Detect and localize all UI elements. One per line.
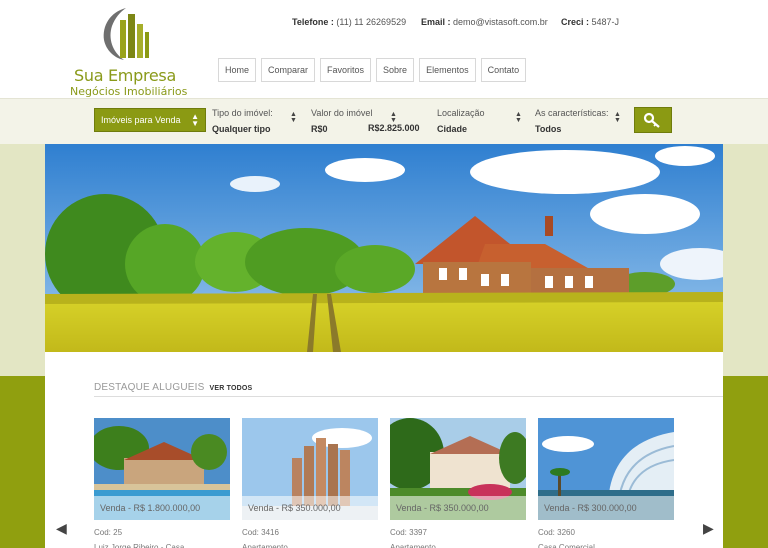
- features-value: Todos: [535, 124, 562, 134]
- email-label: Email :: [421, 17, 451, 27]
- property-type: Apartamento: [242, 543, 288, 548]
- property-type-label: Tipo do imóvel:: [212, 108, 273, 118]
- property-code: Cod: 3260: [538, 528, 575, 537]
- contact-creci: Creci : 5487-J: [561, 17, 619, 27]
- property-type: Luiz Jorge Ribeiro - Casa: [94, 543, 185, 548]
- hero-image: [45, 144, 723, 352]
- property-code: Cod: 3416: [242, 528, 279, 537]
- listing-type-value: Imóveis para Venda: [101, 115, 181, 125]
- property-type: Apartamento: [390, 543, 436, 548]
- property-code: Cod: 25: [94, 528, 123, 537]
- nav-elementos[interactable]: Elementos: [419, 58, 476, 82]
- property-price: Venda - R$ 350.000,00: [242, 496, 378, 520]
- property-image: Venda - R$ 1.800.000,00: [94, 418, 230, 520]
- location-select[interactable]: Localização Cidade: [437, 108, 485, 134]
- price-label: Valor do imóvel: [311, 108, 373, 118]
- updown-icon: ▲ ▼: [191, 112, 199, 128]
- brand-tagline: Negócios Imobiliários: [70, 85, 188, 98]
- price-min: R$0: [311, 124, 328, 134]
- logo[interactable]: Sua Empresa Negócios Imobiliários: [68, 6, 188, 98]
- creci-label: Creci :: [561, 17, 590, 27]
- main-nav: Home Comparar Favoritos Sobre Elementos …: [218, 58, 527, 82]
- see-all-link[interactable]: VER TODOS: [209, 385, 252, 392]
- property-card[interactable]: Venda - R$ 350.000,00 Cod: 3397 Apartame…: [390, 418, 526, 548]
- property-type-select[interactable]: Tipo do imóvel: Qualquer tipo: [212, 108, 273, 134]
- property-price: Venda - R$ 300.000,00: [538, 496, 674, 520]
- chevron-left-icon[interactable]: ◀: [56, 520, 67, 537]
- hero-banner: [45, 144, 723, 352]
- property-card[interactable]: Venda - R$ 300.000,00 Cod: 3260 Casa Com…: [538, 418, 674, 548]
- creci-value: 5487-J: [591, 17, 620, 27]
- price-max: R$2.825.000: [368, 123, 420, 133]
- price-range-select[interactable]: Valor do imóvel R$0: [311, 108, 372, 134]
- contact-phone: Telefone : (11) 11 26269529: [292, 17, 406, 27]
- property-code: Cod: 3397: [390, 528, 427, 537]
- property-type-value: Qualquer tipo: [212, 124, 271, 134]
- chevron-right-icon[interactable]: ▶: [703, 520, 714, 537]
- property-card[interactable]: Venda - R$ 1.800.000,00 Cod: 25 Luiz Jor…: [94, 418, 230, 548]
- property-type: Casa Comercial: [538, 543, 595, 548]
- location-value: Cidade: [437, 124, 468, 134]
- section-divider: [94, 396, 723, 397]
- updown-icon: ▲ ▼: [290, 111, 297, 124]
- property-card[interactable]: Venda - R$ 350.000,00 Cod: 3416 Apartame…: [242, 418, 378, 548]
- phone-label: Telefone :: [292, 17, 334, 27]
- phone-value: (11) 11 26269529: [336, 17, 407, 27]
- key-icon: [643, 112, 660, 128]
- listing-type-select[interactable]: Imóveis para Venda ▲ ▼: [94, 108, 206, 132]
- nav-sobre[interactable]: Sobre: [376, 58, 415, 82]
- section-title: DESTAQUE ALUGUEIS VER TODOS: [94, 382, 252, 393]
- section-title-text: DESTAQUE ALUGUEIS: [94, 382, 205, 393]
- search-button[interactable]: [634, 107, 672, 133]
- nav-contato[interactable]: Contato: [480, 58, 527, 82]
- contact-email: Email : demo@vistasoft.com.br: [421, 17, 548, 27]
- location-label: Localização: [437, 108, 485, 118]
- featured-section: DESTAQUE ALUGUEIS VER TODOS Venda - R$ 1…: [45, 352, 723, 548]
- email-value[interactable]: demo@vistasoft.com.br: [453, 17, 548, 27]
- search-bar: Imóveis para Venda ▲ ▼ Tipo do imóvel: Qu…: [0, 98, 768, 144]
- updown-icon: ▲ ▼: [614, 111, 621, 124]
- nav-favoritos[interactable]: Favoritos: [320, 58, 372, 82]
- property-image: Venda - R$ 350.000,00: [390, 418, 526, 520]
- property-image: Venda - R$ 300.000,00: [538, 418, 674, 520]
- header: Sua Empresa Negócios Imobiliários Telefo…: [0, 0, 768, 98]
- features-select[interactable]: As características: Todos: [535, 108, 609, 134]
- logo-mark-icon: [103, 8, 149, 60]
- property-price: Venda - R$ 1.800.000,00: [94, 496, 230, 520]
- property-price: Venda - R$ 350.000,00: [390, 496, 526, 520]
- updown-icon: ▲ ▼: [515, 111, 522, 124]
- price-max-field[interactable]: R$2.825.000: [368, 123, 420, 133]
- features-label: As características:: [535, 108, 609, 118]
- brand-name: Sua Empresa: [74, 66, 176, 85]
- nav-comparar[interactable]: Comparar: [261, 58, 316, 82]
- property-image: Venda - R$ 350.000,00: [242, 418, 378, 520]
- nav-home[interactable]: Home: [218, 58, 257, 82]
